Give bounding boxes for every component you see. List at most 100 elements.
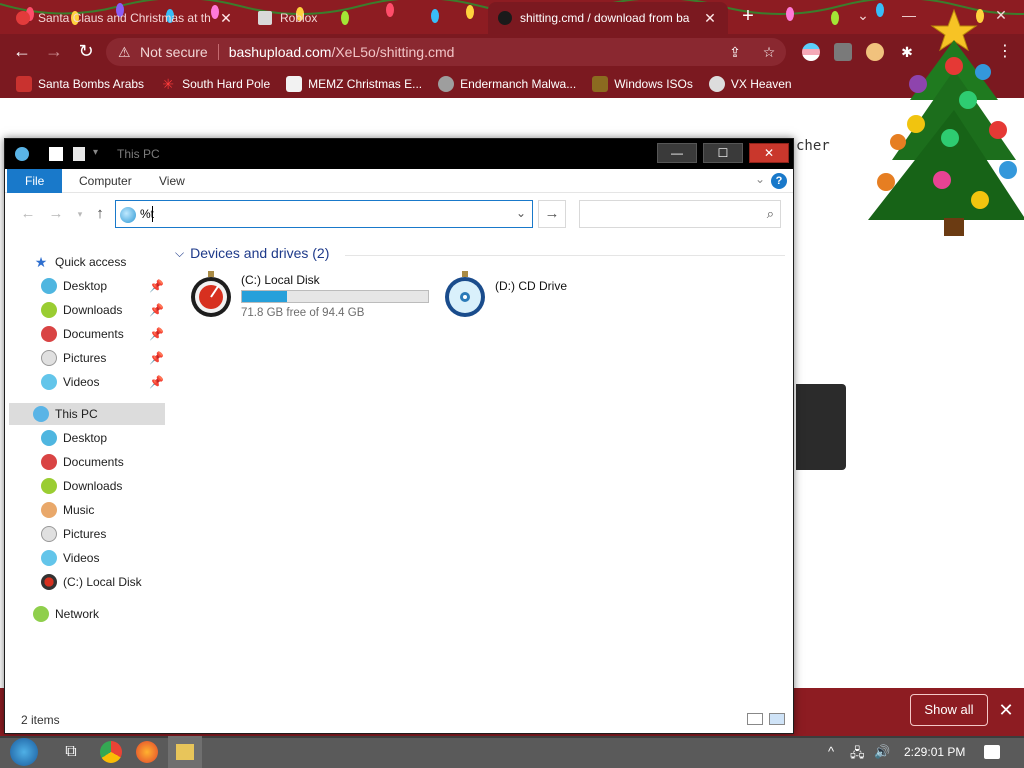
forward-arrow-icon[interactable]: →	[42, 40, 66, 64]
nav-label: Documents	[63, 327, 124, 341]
address-input[interactable]: %t ⌄	[115, 200, 533, 228]
drive-c[interactable]: (C:) Local Disk 71.8 GB free of 94.4 GB	[189, 271, 449, 327]
help-icon[interactable]: ?	[771, 173, 787, 189]
back-arrow-icon[interactable]: ←	[10, 40, 34, 64]
drive-d[interactable]: (D:) CD Drive	[443, 271, 643, 327]
item-count: 2 items	[21, 713, 60, 727]
minimize-window-button[interactable]: —	[657, 143, 697, 163]
pin-icon[interactable]: 📌	[149, 375, 164, 389]
network-tray-icon[interactable]: 🖧	[850, 744, 865, 766]
tab-close-icon[interactable]: ✕	[702, 10, 718, 27]
back-arrow-icon[interactable]: ←	[19, 205, 37, 223]
bookmark-south-hard-pole[interactable]: ✳ South Hard Pole	[160, 76, 270, 92]
nav-quick-access[interactable]: ★ Quick access	[33, 251, 193, 273]
pin-icon[interactable]: 📌	[149, 303, 164, 317]
bookmark-endermanch[interactable]: Endermanch Malwa...	[438, 76, 576, 92]
videos-ornament-icon	[41, 374, 57, 390]
profile-avatar-icon[interactable]	[866, 43, 884, 61]
music-ornament-icon	[41, 502, 57, 518]
this-pc-ornament-icon	[120, 207, 136, 223]
nav-this-pc[interactable]: This PC	[9, 403, 165, 425]
documents-ornament-icon	[41, 454, 57, 470]
address-dropdown-chevron-icon[interactable]: ⌄	[516, 206, 526, 220]
extension-s-icon[interactable]	[834, 43, 852, 61]
ribbon-tab-file[interactable]: File	[7, 169, 63, 193]
group-header-devices[interactable]: ⌵ Devices and drives (2)	[175, 245, 329, 261]
tab-search-button[interactable]: ⌄	[840, 0, 886, 32]
bookmark-memz[interactable]: MEMZ Christmas E...	[286, 76, 422, 92]
up-arrow-icon[interactable]: ↑	[91, 205, 109, 223]
nav-network[interactable]: Network	[33, 603, 193, 625]
minimize-button[interactable]: —	[886, 0, 932, 32]
customize-qat-chevron-icon[interactable]: ▾	[93, 147, 107, 161]
nav-label: Quick access	[55, 255, 127, 269]
menu-kebab-icon[interactable]: ⋮	[996, 43, 1014, 61]
tab-title: shitting.cmd / download from ba	[520, 11, 690, 25]
group-divider	[345, 255, 785, 256]
tab-santa-claus[interactable]: Santa Claus and Christmas at th ✕	[6, 2, 244, 34]
this-pc-ornament-icon	[15, 147, 29, 161]
videos-ornament-icon	[41, 550, 57, 566]
bookmark-star-icon[interactable]: ☆	[760, 43, 778, 61]
tab-roblox[interactable]: Roblox	[248, 2, 486, 34]
explorer-title-bar[interactable]: ▾ This PC — ☐ ✕	[5, 139, 793, 169]
tab-shitting-cmd[interactable]: shitting.cmd / download from ba ✕	[488, 2, 728, 34]
extension-flag-icon[interactable]	[802, 43, 820, 61]
downloads-ornament-icon	[41, 302, 57, 318]
show-hidden-icons-chevron-icon[interactable]: ^	[828, 744, 834, 759]
desktop-ornament-icon	[41, 278, 57, 294]
details-view-icon[interactable]	[747, 713, 763, 725]
chrome-icon[interactable]	[100, 741, 122, 763]
reload-icon[interactable]: ↻	[74, 40, 98, 64]
extensions-puzzle-icon[interactable]: ✱	[898, 43, 916, 61]
star-icon: ★	[34, 254, 48, 270]
tab-close-icon[interactable]: ✕	[218, 10, 234, 27]
close-explorer-button[interactable]: ✕	[749, 143, 789, 163]
firefox-icon[interactable]	[136, 741, 158, 763]
close-download-bar-icon[interactable]: ✕	[996, 700, 1016, 720]
large-icons-view-icon[interactable]	[769, 713, 785, 725]
bookmarks-bar: Santa Bombs Arabs ✳ South Hard Pole MEMZ…	[0, 70, 1024, 98]
notifications-icon[interactable]	[984, 745, 1000, 759]
properties-icon[interactable]	[49, 147, 63, 161]
show-all-downloads-button[interactable]: Show all	[910, 694, 988, 726]
omnibox[interactable]: ⚠ Not secure bashupload.com/XeL5o/shitti…	[106, 38, 786, 66]
ribbon-tab-computer[interactable]: Computer	[65, 169, 146, 193]
expand-ribbon-chevron-icon[interactable]: ⌄	[755, 172, 765, 186]
pin-icon[interactable]: 📌	[149, 327, 164, 341]
forward-arrow-icon[interactable]: →	[47, 205, 65, 223]
address-row: ← → ▾ ↑ %t ⌄ → ⌕	[5, 193, 793, 235]
bookmark-santa-bombs[interactable]: Santa Bombs Arabs	[16, 76, 144, 92]
bookmark-label: Santa Bombs Arabs	[38, 77, 145, 91]
pin-icon[interactable]: 📌	[149, 279, 164, 293]
url-text[interactable]: bashupload.com/XeL5o/shitting.cmd	[229, 44, 455, 60]
recent-locations-chevron-icon[interactable]: ▾	[71, 205, 89, 223]
taskbar-clock[interactable]: 2:29:01 PM	[904, 745, 965, 759]
pin-icon[interactable]: 📌	[149, 351, 164, 365]
nav-label: Videos	[63, 375, 100, 389]
new-folder-icon[interactable]	[73, 147, 85, 161]
start-button-icon[interactable]	[10, 738, 38, 766]
roblox-favicon-icon	[258, 11, 272, 25]
volume-icon[interactable]: 🔊	[874, 744, 890, 760]
nav-label: Pictures	[63, 527, 107, 541]
bookmark-vx-heaven[interactable]: VX Heaven	[708, 76, 792, 92]
omnibox-divider	[217, 44, 219, 60]
local-disk-ornament-icon	[191, 271, 231, 317]
nav-label: This PC	[55, 407, 98, 421]
ribbon-tab-view[interactable]: View	[145, 169, 199, 193]
new-tab-button[interactable]: +	[738, 6, 758, 28]
bookmark-windows-isos[interactable]: Windows ISOs	[592, 76, 693, 92]
task-view-icon[interactable]: ⧉	[60, 741, 82, 763]
bookmark-label: MEMZ Christmas E...	[308, 77, 423, 91]
close-window-button[interactable]: ✕	[978, 0, 1024, 32]
collapse-chevron-icon[interactable]: ⌵	[175, 246, 184, 261]
disk-usage-fill	[242, 291, 287, 302]
bookmark-label: VX Heaven	[730, 77, 792, 91]
share-icon[interactable]: ⇪	[726, 43, 744, 61]
nav-label: Network	[55, 607, 100, 621]
window-title: This PC	[117, 147, 160, 161]
search-input[interactable]: ⌕	[579, 200, 781, 228]
go-arrow-button[interactable]: →	[538, 200, 566, 228]
maximize-window-button[interactable]: ☐	[703, 143, 743, 163]
